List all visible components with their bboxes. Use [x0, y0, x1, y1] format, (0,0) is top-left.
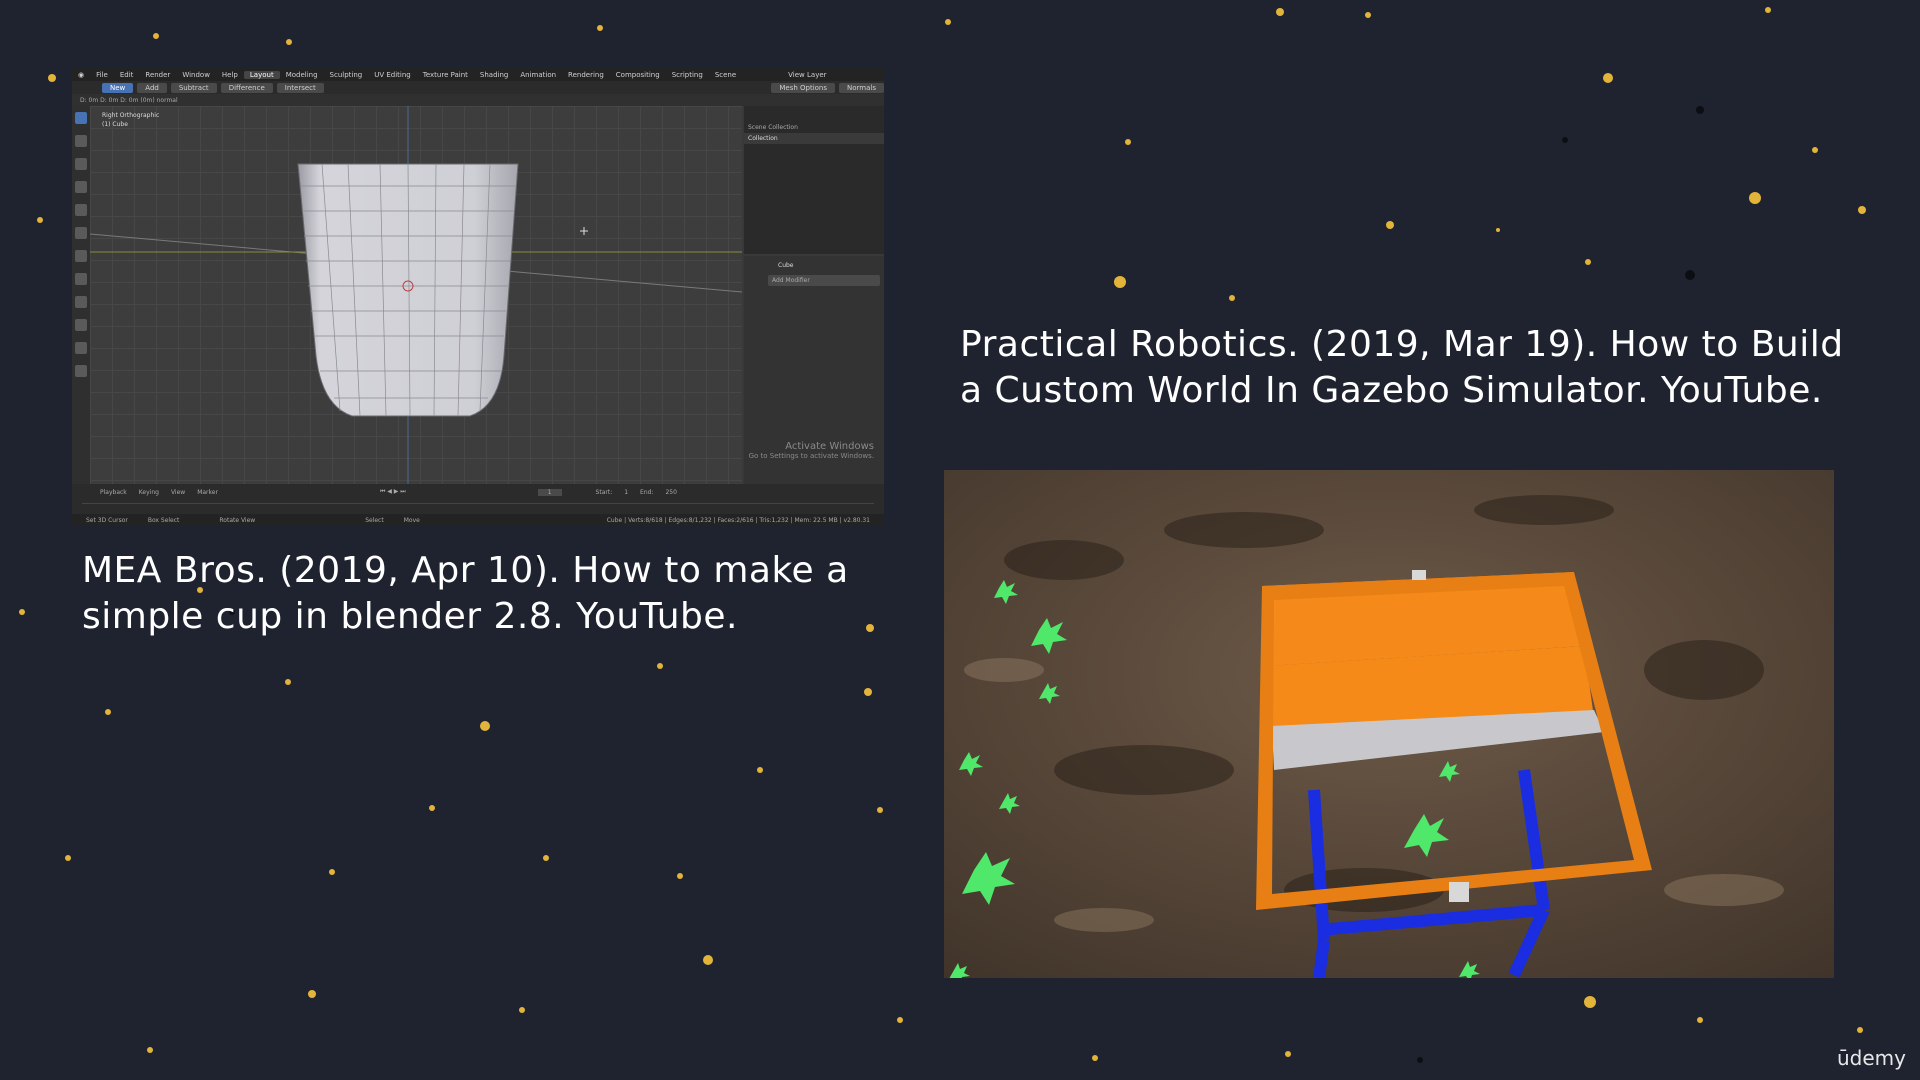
mode-new-button[interactable]: New: [102, 82, 134, 93]
status-bar: Set 3D Cursor Box Select Rotate View Sel…: [72, 514, 884, 526]
tab-layout[interactable]: Layout: [243, 70, 280, 79]
tab-compositing[interactable]: Compositing: [610, 71, 666, 79]
cup-mesh-drawing: [90, 106, 742, 484]
gazebo-scene-drawing: [944, 470, 1834, 978]
viewport-header: D: 0m D: 0m D: 0m (0m) normal: [72, 94, 884, 106]
tab-shading[interactable]: Shading: [474, 71, 514, 79]
timeline-ruler[interactable]: [82, 503, 874, 512]
tab-animation[interactable]: Animation: [514, 71, 562, 79]
timeline-keying[interactable]: Keying: [139, 489, 159, 496]
tab-rendering[interactable]: Rendering: [562, 71, 610, 79]
end-field[interactable]: 250: [665, 489, 676, 496]
start-label: Start:: [595, 488, 613, 496]
status-move: Move: [403, 516, 420, 524]
status-select: Select: [365, 516, 384, 524]
inset-tool-icon[interactable]: [75, 319, 87, 331]
properties-panel: Cube Add Modifier Activate Windows Go to…: [744, 256, 884, 484]
status-box-select: Box Select: [147, 516, 180, 524]
outliner-panel: Scene Collection Collection: [744, 106, 884, 254]
tab-texture-paint[interactable]: Texture Paint: [417, 71, 474, 79]
mode-intersect-button[interactable]: Intersect: [276, 82, 324, 93]
playback-controls-icon[interactable]: ⏮ ◀ ▶ ⏭: [380, 488, 406, 496]
view-layer-selector[interactable]: View Layer: [782, 71, 832, 79]
watermark-title: Activate Windows: [785, 441, 874, 452]
tab-uv-editing[interactable]: UV Editing: [368, 71, 417, 79]
udemy-logo: ūdemy: [1837, 1046, 1906, 1070]
add-modifier-dropdown[interactable]: Add Modifier: [768, 275, 880, 286]
end-label: End:: [640, 488, 654, 496]
status-stats: Cube | Verts:8/618 | Edges:8/1,232 | Fac…: [606, 516, 870, 524]
transform-tool-icon[interactable]: [75, 227, 87, 239]
blender-screenshot: ◉ File Edit Render Window Help Layout Mo…: [72, 68, 884, 526]
menu-render[interactable]: Render: [139, 71, 176, 79]
timeline-marker[interactable]: Marker: [197, 489, 218, 496]
gazebo-screenshot: [944, 470, 1834, 978]
move-tool-icon[interactable]: [75, 158, 87, 170]
status-rotate-view: Rotate View: [219, 516, 256, 524]
start-field[interactable]: 1: [624, 489, 628, 496]
blender-logo-icon[interactable]: ◉: [72, 71, 90, 79]
mode-add-button[interactable]: Add: [137, 82, 167, 93]
blender-tool-header: New Add Subtract Difference Intersect Me…: [72, 81, 884, 94]
mesh-options-dropdown[interactable]: Mesh Options: [771, 82, 836, 93]
menu-window[interactable]: Window: [176, 71, 216, 79]
loopcut-tool-icon[interactable]: [75, 365, 87, 377]
blender-menu-bar: ◉ File Edit Render Window Help Layout Mo…: [72, 68, 884, 81]
normals-dropdown[interactable]: Normals: [839, 82, 884, 93]
cursor-tool-icon[interactable]: [75, 135, 87, 147]
3d-viewport[interactable]: Right Orthographic (1) Cube: [90, 106, 742, 484]
caption-right: Practical Robotics. (2019, Mar 19). How …: [960, 324, 1844, 411]
extrude-tool-icon[interactable]: [75, 296, 87, 308]
menu-file[interactable]: File: [90, 71, 114, 79]
mode-difference-button[interactable]: Difference: [220, 82, 273, 93]
select-tool-icon[interactable]: [75, 112, 87, 124]
timeline-view[interactable]: View: [171, 489, 185, 496]
status-set-cursor: Set 3D Cursor: [86, 516, 128, 524]
bevel-tool-icon[interactable]: [75, 342, 87, 354]
mode-subtract-button[interactable]: Subtract: [170, 82, 217, 93]
menu-edit[interactable]: Edit: [114, 71, 140, 79]
tab-modeling[interactable]: Modeling: [280, 71, 324, 79]
timeline-playback[interactable]: Playback: [100, 489, 127, 496]
timeline-panel: Playback Keying View Marker ⏮ ◀ ▶ ⏭ 1 St…: [72, 484, 884, 514]
menu-help[interactable]: Help: [216, 71, 244, 79]
scene-selector[interactable]: Scene: [709, 71, 742, 79]
outliner-title: Scene Collection: [748, 124, 798, 131]
rotate-tool-icon[interactable]: [75, 181, 87, 193]
current-frame-field[interactable]: 1: [537, 488, 562, 496]
tab-sculpting[interactable]: Sculpting: [324, 71, 369, 79]
watermark-subtitle: Go to Settings to activate Windows.: [748, 452, 874, 460]
viewport-header-text: D: 0m D: 0m D: 0m (0m) normal: [80, 96, 178, 104]
tab-scripting[interactable]: Scripting: [666, 71, 709, 79]
scale-tool-icon[interactable]: [75, 204, 87, 216]
caption-left: MEA Bros. (2019, Apr 10). How to make a …: [82, 550, 849, 637]
annotate-tool-icon[interactable]: [75, 250, 87, 262]
blender-toolbar: [72, 106, 90, 484]
outliner-collection-item[interactable]: Collection: [744, 133, 884, 144]
measure-tool-icon[interactable]: [75, 273, 87, 285]
props-object-name: Cube: [778, 262, 794, 269]
